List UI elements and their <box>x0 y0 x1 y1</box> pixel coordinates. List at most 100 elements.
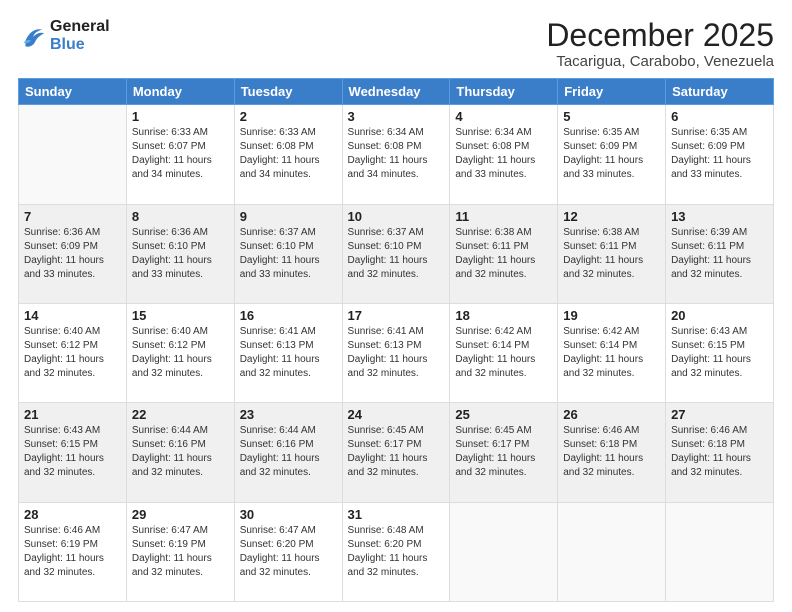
calendar-cell: 12Sunrise: 6:38 AMSunset: 6:11 PMDayligh… <box>558 204 666 303</box>
day-detail: Sunrise: 6:46 AMSunset: 6:18 PMDaylight:… <box>671 424 768 480</box>
day-detail: Sunrise: 6:44 AMSunset: 6:16 PMDaylight:… <box>240 424 337 480</box>
day-number: 26 <box>563 407 660 422</box>
day-number: 10 <box>348 209 445 224</box>
day-detail: Sunrise: 6:47 AMSunset: 6:20 PMDaylight:… <box>240 524 337 580</box>
day-number: 1 <box>132 109 229 124</box>
day-detail: Sunrise: 6:37 AMSunset: 6:10 PMDaylight:… <box>348 226 445 282</box>
day-number: 25 <box>455 407 552 422</box>
day-number: 9 <box>240 209 337 224</box>
calendar-week-row: 1 Sunrise: 6:33 AMSunset: 6:07 PMDaylight… <box>19 105 774 204</box>
day-detail: Sunrise: 6:36 AMSunset: 6:10 PMDaylight:… <box>132 226 229 282</box>
location: Tacarigua, Carabobo, Venezuela <box>546 53 774 70</box>
calendar-cell <box>666 502 774 601</box>
day-number: 13 <box>671 209 768 224</box>
col-header-wednesday: Wednesday <box>342 79 450 105</box>
day-number: 11 <box>455 209 552 224</box>
calendar-week-row: 7Sunrise: 6:36 AMSunset: 6:09 PMDaylight… <box>19 204 774 303</box>
logo-bird-icon <box>18 22 46 50</box>
day-detail: Sunrise: 6:35 AMSunset: 6:09 PMDaylight:… <box>563 126 660 182</box>
day-number: 22 <box>132 407 229 422</box>
calendar-cell: 25 Sunrise: 6:45 AMSunset: 6:17 PMDayligh… <box>450 403 558 502</box>
day-number: 27 <box>671 407 768 422</box>
day-number: 29 <box>132 507 229 522</box>
calendar-cell: 28 Sunrise: 6:46 AMSunset: 6:19 PMDayligh… <box>19 502 127 601</box>
day-number: 30 <box>240 507 337 522</box>
day-number: 5 <box>563 109 660 124</box>
day-detail: Sunrise: 6:34 AMSunset: 6:08 PMDaylight:… <box>348 126 445 182</box>
day-number: 31 <box>348 507 445 522</box>
calendar-cell: 26Sunrise: 6:46 AMSunset: 6:18 PMDayligh… <box>558 403 666 502</box>
page: General Blue December 2025 Tacarigua, Ca… <box>0 0 792 612</box>
calendar-cell: 30 Sunrise: 6:47 AMSunset: 6:20 PMDayligh… <box>234 502 342 601</box>
calendar-cell: 3 Sunrise: 6:34 AMSunset: 6:08 PMDaylight… <box>342 105 450 204</box>
day-number: 16 <box>240 308 337 323</box>
col-header-sunday: Sunday <box>19 79 127 105</box>
calendar-cell: 17Sunrise: 6:41 AMSunset: 6:13 PMDayligh… <box>342 303 450 402</box>
calendar-cell: 18Sunrise: 6:42 AMSunset: 6:14 PMDayligh… <box>450 303 558 402</box>
logo: General Blue <box>18 18 110 53</box>
calendar-cell: 4Sunrise: 6:34 AMSunset: 6:08 PMDaylight… <box>450 105 558 204</box>
calendar-cell: 20Sunrise: 6:43 AMSunset: 6:15 PMDayligh… <box>666 303 774 402</box>
calendar-cell: 5 Sunrise: 6:35 AMSunset: 6:09 PMDaylight… <box>558 105 666 204</box>
day-detail: Sunrise: 6:46 AMSunset: 6:19 PMDaylight:… <box>24 524 121 580</box>
calendar-cell: 24 Sunrise: 6:45 AMSunset: 6:17 PMDayligh… <box>342 403 450 502</box>
calendar-cell <box>19 105 127 204</box>
day-number: 18 <box>455 308 552 323</box>
logo-text: General Blue <box>50 18 110 53</box>
title-block: December 2025 Tacarigua, Carabobo, Venez… <box>546 18 774 70</box>
day-number: 21 <box>24 407 121 422</box>
col-header-thursday: Thursday <box>450 79 558 105</box>
calendar-cell: 1 Sunrise: 6:33 AMSunset: 6:07 PMDaylight… <box>126 105 234 204</box>
header: General Blue December 2025 Tacarigua, Ca… <box>18 18 774 70</box>
day-detail: Sunrise: 6:44 AMSunset: 6:16 PMDaylight:… <box>132 424 229 480</box>
col-header-monday: Monday <box>126 79 234 105</box>
day-detail: Sunrise: 6:48 AMSunset: 6:20 PMDaylight:… <box>348 524 445 580</box>
day-number: 24 <box>348 407 445 422</box>
calendar-cell: 14 Sunrise: 6:40 AMSunset: 6:12 PMDayligh… <box>19 303 127 402</box>
day-detail: Sunrise: 6:39 AMSunset: 6:11 PMDaylight:… <box>671 226 768 282</box>
calendar-cell: 21 Sunrise: 6:43 AMSunset: 6:15 PMDayligh… <box>19 403 127 502</box>
day-detail: Sunrise: 6:38 AMSunset: 6:11 PMDaylight:… <box>455 226 552 282</box>
calendar-cell: 29Sunrise: 6:47 AMSunset: 6:19 PMDayligh… <box>126 502 234 601</box>
calendar-table: SundayMondayTuesdayWednesdayThursdayFrid… <box>18 78 774 602</box>
day-number: 19 <box>563 308 660 323</box>
day-number: 2 <box>240 109 337 124</box>
calendar-cell: 15Sunrise: 6:40 AMSunset: 6:12 PMDayligh… <box>126 303 234 402</box>
day-detail: Sunrise: 6:43 AMSunset: 6:15 PMDaylight:… <box>24 424 121 480</box>
calendar-cell <box>450 502 558 601</box>
day-detail: Sunrise: 6:43 AMSunset: 6:15 PMDaylight:… <box>671 325 768 381</box>
calendar-week-row: 28 Sunrise: 6:46 AMSunset: 6:19 PMDayligh… <box>19 502 774 601</box>
day-detail: Sunrise: 6:45 AMSunset: 6:17 PMDaylight:… <box>455 424 552 480</box>
day-detail: Sunrise: 6:45 AMSunset: 6:17 PMDaylight:… <box>348 424 445 480</box>
month-title: December 2025 <box>546 18 774 53</box>
calendar-week-row: 14 Sunrise: 6:40 AMSunset: 6:12 PMDayligh… <box>19 303 774 402</box>
calendar-cell: 27 Sunrise: 6:46 AMSunset: 6:18 PMDayligh… <box>666 403 774 502</box>
col-header-friday: Friday <box>558 79 666 105</box>
calendar-cell: 10 Sunrise: 6:37 AMSunset: 6:10 PMDayligh… <box>342 204 450 303</box>
day-number: 3 <box>348 109 445 124</box>
col-header-tuesday: Tuesday <box>234 79 342 105</box>
day-number: 8 <box>132 209 229 224</box>
day-number: 23 <box>240 407 337 422</box>
calendar-cell: 9 Sunrise: 6:37 AMSunset: 6:10 PMDaylight… <box>234 204 342 303</box>
day-number: 4 <box>455 109 552 124</box>
day-number: 17 <box>348 308 445 323</box>
calendar-week-row: 21 Sunrise: 6:43 AMSunset: 6:15 PMDayligh… <box>19 403 774 502</box>
calendar-cell: 16Sunrise: 6:41 AMSunset: 6:13 PMDayligh… <box>234 303 342 402</box>
calendar-cell <box>558 502 666 601</box>
calendar-cell: 6Sunrise: 6:35 AMSunset: 6:09 PMDaylight… <box>666 105 774 204</box>
day-detail: Sunrise: 6:42 AMSunset: 6:14 PMDaylight:… <box>563 325 660 381</box>
calendar-cell: 8 Sunrise: 6:36 AMSunset: 6:10 PMDaylight… <box>126 204 234 303</box>
calendar-cell: 23 Sunrise: 6:44 AMSunset: 6:16 PMDayligh… <box>234 403 342 502</box>
col-header-saturday: Saturday <box>666 79 774 105</box>
day-number: 28 <box>24 507 121 522</box>
day-detail: Sunrise: 6:40 AMSunset: 6:12 PMDaylight:… <box>24 325 121 381</box>
calendar-cell: 2Sunrise: 6:33 AMSunset: 6:08 PMDaylight… <box>234 105 342 204</box>
day-detail: Sunrise: 6:36 AMSunset: 6:09 PMDaylight:… <box>24 226 121 282</box>
calendar-header-row: SundayMondayTuesdayWednesdayThursdayFrid… <box>19 79 774 105</box>
day-number: 14 <box>24 308 121 323</box>
day-detail: Sunrise: 6:37 AMSunset: 6:10 PMDaylight:… <box>240 226 337 282</box>
day-detail: Sunrise: 6:38 AMSunset: 6:11 PMDaylight:… <box>563 226 660 282</box>
day-number: 15 <box>132 308 229 323</box>
day-detail: Sunrise: 6:33 AMSunset: 6:07 PMDaylight:… <box>132 126 229 182</box>
